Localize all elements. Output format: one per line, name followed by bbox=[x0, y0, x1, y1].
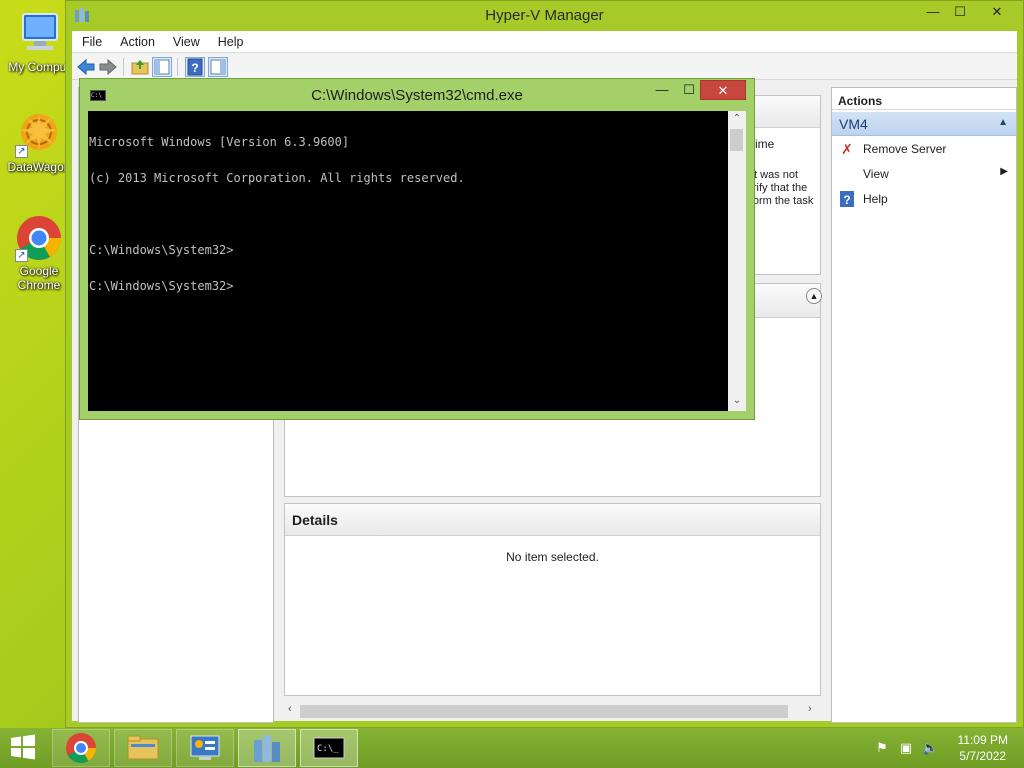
taskbar: C:\_ ⚑ ▣ 🔈 11:09 PM 5/7/2022 bbox=[0, 728, 1024, 768]
show-hide-console-tree-button[interactable] bbox=[152, 57, 172, 77]
console-output[interactable]: Microsoft Windows [Version 6.3.9600] (c)… bbox=[88, 111, 728, 411]
remove-icon: ✗ bbox=[841, 141, 853, 157]
window-title: Hyper-V Manager bbox=[485, 7, 604, 24]
scroll-up-icon[interactable]: ⌃ bbox=[728, 113, 746, 124]
volume-muted-icon[interactable]: 🔈 bbox=[922, 740, 938, 756]
clock-date: 5/7/2022 bbox=[959, 749, 1007, 763]
menu-bar: File Action View Help bbox=[72, 31, 1017, 53]
scroll-left-icon[interactable]: ‹ bbox=[288, 703, 292, 715]
actions-pane: Actions VM4 ▲ ✗ Remove Server View ▶ ? H… bbox=[831, 87, 1017, 723]
datawagon-icon: ↗ bbox=[15, 110, 63, 158]
cmd-maximize-button[interactable]: ☐ bbox=[675, 81, 703, 101]
scrollbar-thumb[interactable] bbox=[300, 705, 788, 718]
network-icon[interactable]: ▣ bbox=[898, 740, 914, 756]
center-horizontal-scrollbar[interactable]: ‹ › bbox=[284, 703, 821, 721]
actions-header: Actions bbox=[832, 88, 1016, 110]
action-pane-icon bbox=[210, 59, 226, 75]
svg-text:?: ? bbox=[843, 193, 850, 207]
clock-time: 11:09 PM bbox=[957, 733, 1008, 747]
action-label: View bbox=[863, 167, 889, 181]
help-icon: ? bbox=[839, 191, 855, 207]
console-vertical-scrollbar[interactable]: ⌃ ⌄ bbox=[728, 111, 746, 411]
toolbar-separator bbox=[123, 58, 124, 76]
taskbar-file-explorer[interactable] bbox=[114, 729, 172, 767]
folder-icon bbox=[127, 735, 159, 760]
details-empty-text: No item selected. bbox=[506, 550, 599, 564]
action-label: Remove Server bbox=[863, 142, 947, 156]
details-header: Details bbox=[285, 504, 820, 536]
show-hide-action-pane-button[interactable] bbox=[208, 57, 228, 77]
back-arrow-icon bbox=[77, 58, 95, 76]
actions-group-name: VM4 bbox=[839, 116, 868, 132]
control-panel-icon bbox=[190, 735, 220, 760]
title-bar[interactable]: Hyper-V Manager — ☐ ✕ bbox=[66, 1, 1023, 31]
action-help[interactable]: ? Help bbox=[832, 188, 1016, 212]
scrollbar-thumb[interactable] bbox=[730, 129, 743, 151]
windows-logo-icon bbox=[11, 734, 35, 760]
start-button[interactable] bbox=[8, 734, 40, 762]
action-view[interactable]: View ▶ bbox=[832, 163, 1016, 187]
taskbar-clock[interactable]: 11:09 PM 5/7/2022 bbox=[958, 732, 1008, 764]
up-folder-button[interactable] bbox=[130, 57, 150, 77]
hyperv-icon bbox=[254, 735, 280, 762]
console-tree-icon bbox=[154, 59, 170, 75]
action-center-flag-icon[interactable]: ⚑ bbox=[874, 740, 890, 756]
back-button[interactable] bbox=[76, 57, 96, 77]
folder-up-icon bbox=[131, 60, 149, 75]
taskbar-cmd[interactable]: C:\_ bbox=[300, 729, 358, 767]
console-line: C:\Windows\System32> bbox=[89, 279, 234, 293]
cmd-close-button[interactable]: ✕ bbox=[700, 80, 746, 100]
submenu-arrow-icon: ▶ bbox=[1000, 166, 1008, 177]
taskbar-control-panel[interactable] bbox=[176, 729, 234, 767]
svg-text:?: ? bbox=[191, 61, 198, 75]
scroll-down-icon[interactable]: ⌄ bbox=[728, 395, 746, 406]
actions-group-vm4[interactable]: VM4 ▲ bbox=[832, 112, 1016, 136]
cmd-window: C:\ C:\Windows\System32\cmd.exe — ☐ ✕ Mi… bbox=[79, 78, 755, 420]
menu-help[interactable]: Help bbox=[208, 31, 252, 49]
console-line: Microsoft Windows [Version 6.3.9600] bbox=[89, 135, 350, 149]
collapse-up-icon[interactable]: ▲ bbox=[806, 288, 822, 304]
shortcut-arrow-icon: ↗ bbox=[15, 249, 28, 262]
help-icon: ? bbox=[187, 58, 203, 76]
chrome-icon bbox=[66, 733, 96, 764]
computer-icon bbox=[15, 10, 63, 58]
menu-file[interactable]: File bbox=[72, 31, 110, 49]
action-remove-server[interactable]: ✗ Remove Server bbox=[832, 138, 1016, 162]
menu-action[interactable]: Action bbox=[110, 31, 163, 49]
details-section: Details No item selected. bbox=[284, 503, 821, 696]
forward-button[interactable] bbox=[98, 57, 118, 77]
close-button[interactable]: ✕ bbox=[981, 1, 1013, 23]
toolbar: ? bbox=[72, 54, 1017, 80]
collapse-triangle-icon[interactable]: ▲ bbox=[998, 117, 1008, 128]
taskbar-hyper-v-manager[interactable] bbox=[238, 729, 296, 767]
scroll-right-icon[interactable]: › bbox=[808, 703, 812, 715]
details-title: Details bbox=[292, 512, 338, 528]
action-label: Help bbox=[863, 192, 888, 206]
taskbar-chrome[interactable] bbox=[52, 729, 110, 767]
forward-arrow-icon bbox=[99, 58, 117, 76]
console-line: C:\Windows\System32> bbox=[89, 243, 234, 257]
cmd-title-bar[interactable]: C:\ C:\Windows\System32\cmd.exe — ☐ ✕ bbox=[80, 79, 754, 111]
cmd-icon: C:\_ bbox=[313, 737, 345, 759]
maximize-button[interactable]: ☐ bbox=[944, 1, 976, 23]
menu-view[interactable]: View bbox=[163, 31, 208, 49]
console-line: (c) 2013 Microsoft Corporation. All righ… bbox=[89, 171, 465, 185]
help-toolbar-button[interactable]: ? bbox=[185, 57, 205, 77]
toolbar-separator bbox=[177, 58, 178, 76]
shortcut-arrow-icon: ↗ bbox=[15, 145, 28, 158]
chrome-icon: ↗ bbox=[15, 214, 63, 262]
svg-text:C:\_: C:\_ bbox=[317, 744, 339, 754]
cmd-minimize-button[interactable]: — bbox=[648, 81, 676, 101]
